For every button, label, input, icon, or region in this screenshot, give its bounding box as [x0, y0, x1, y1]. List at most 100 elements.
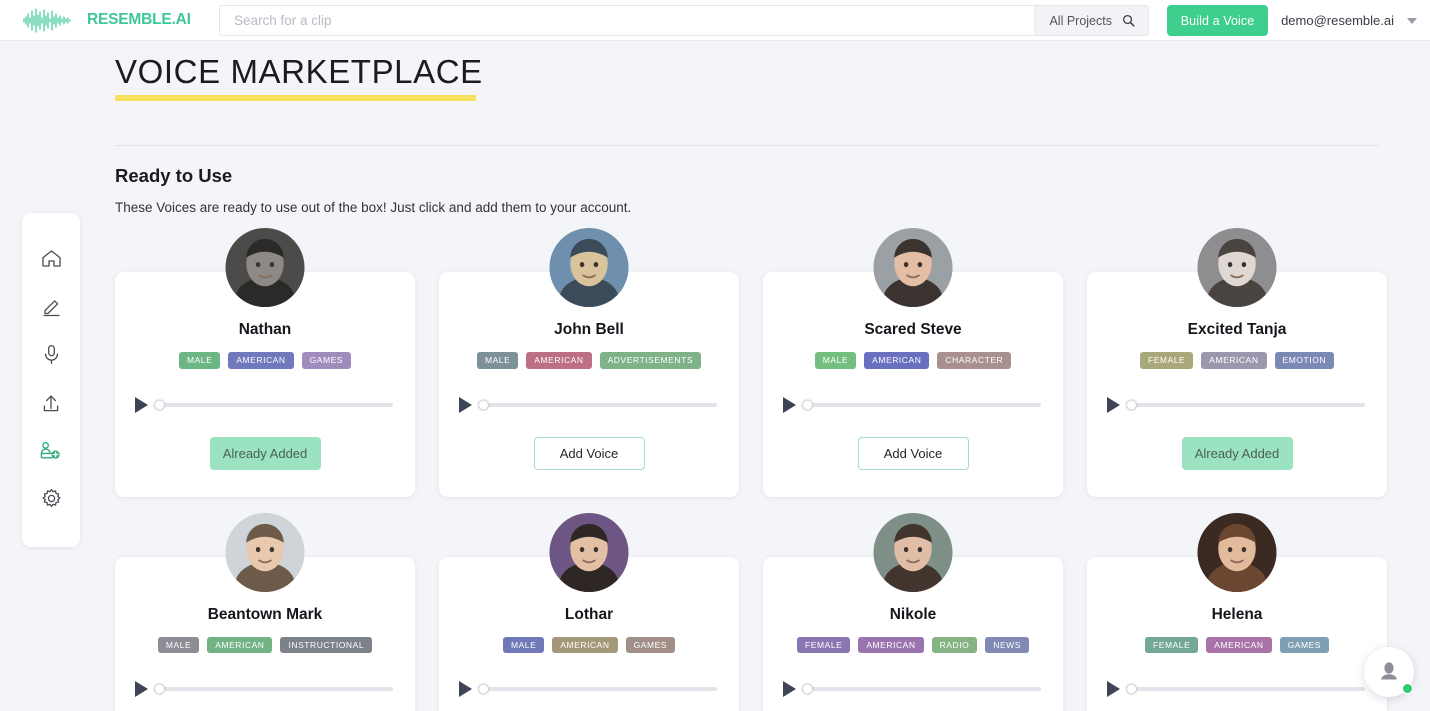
voice-tag: AMERICAN: [858, 637, 923, 654]
page-body: VOICE MARKETPLACE Ready to Use These Voi…: [0, 41, 1430, 711]
progress-thumb[interactable]: [154, 399, 165, 410]
progress-track[interactable]: [1128, 403, 1365, 407]
voice-card: NathanMALEAMERICANGAMESAlready Added: [115, 272, 415, 497]
play-button-icon[interactable]: [1107, 681, 1120, 697]
voice-card: Excited TanjaFEMALEAMERICANEMOTIONAlread…: [1087, 272, 1387, 497]
voice-card-grid: NathanMALEAMERICANGAMESAlready AddedJohn…: [115, 272, 1387, 711]
voice-tag: FEMALE: [1145, 637, 1198, 654]
progress-track[interactable]: [480, 687, 717, 691]
audio-player: [1105, 397, 1369, 413]
already-added-button[interactable]: Already Added: [210, 437, 321, 470]
play-button-icon[interactable]: [1107, 397, 1120, 413]
avatar: [874, 228, 953, 307]
progress-track[interactable]: [804, 687, 1041, 691]
voice-name: John Bell: [554, 321, 624, 339]
voice-tag: AMERICAN: [552, 637, 617, 654]
progress-track[interactable]: [1128, 687, 1365, 691]
brand-logo[interactable]: RESEMBLE.AI: [22, 7, 212, 33]
left-sidebar: [22, 213, 80, 547]
add-voice-button[interactable]: Add Voice: [858, 437, 969, 470]
voice-tag: INSTRUCTIONAL: [280, 637, 372, 654]
voice-name: Helena: [1212, 606, 1263, 624]
sidebar-item-upload[interactable]: [35, 391, 67, 414]
voice-tag: AMERICAN: [526, 352, 591, 369]
voice-tags: FEMALEAMERICANGAMES: [1145, 637, 1329, 654]
support-widget-button[interactable]: [1364, 647, 1414, 697]
avatar: [226, 228, 305, 307]
sidebar-item-home[interactable]: [35, 247, 67, 270]
project-selector[interactable]: All Projects: [1034, 6, 1148, 35]
add-voice-button[interactable]: Add Voice: [534, 437, 645, 470]
voice-tags: FEMALEAMERICANRADIONEWS: [797, 637, 1029, 654]
play-button-icon[interactable]: [783, 397, 796, 413]
voice-tag: FEMALE: [1140, 352, 1193, 369]
voice-tag: MALE: [503, 637, 544, 654]
progress-track[interactable]: [156, 687, 393, 691]
sidebar-item-record[interactable]: [35, 343, 67, 366]
play-button-icon[interactable]: [783, 681, 796, 697]
progress-thumb[interactable]: [802, 399, 813, 410]
voice-card: John Bell MALE AMERICAN ADVERTISEMENTS Add V…: [439, 272, 739, 497]
voice-name: Scared Steve: [864, 321, 961, 339]
brand-name: RESEMBLE.AI: [87, 11, 191, 29]
audio-player: [133, 397, 397, 413]
progress-thumb[interactable]: [478, 684, 489, 695]
play-button-icon[interactable]: [459, 681, 472, 697]
user-email: demo@resemble.ai: [1281, 13, 1394, 28]
voice-tags: MALE AMERICAN GAMES: [503, 637, 675, 654]
gear-icon: [41, 488, 62, 509]
voice-tags: MALE AMERICAN ADVERTISEMENTS: [477, 352, 701, 369]
voice-name: Beantown Mark: [208, 606, 323, 624]
voice-tag: MALE: [477, 352, 518, 369]
play-button-icon[interactable]: [135, 397, 148, 413]
sidebar-item-edit[interactable]: [35, 295, 67, 318]
voice-tags: MALEAMERICANCHARACTER: [815, 352, 1011, 369]
top-header: RESEMBLE.AI All Projects Build a Voice d…: [0, 0, 1430, 41]
avatar: [1198, 228, 1277, 307]
voice-tag: ADVERTISEMENTS: [600, 352, 701, 369]
project-selector-label: All Projects: [1049, 14, 1112, 28]
progress-track[interactable]: [480, 403, 717, 407]
already-added-button[interactable]: Already Added: [1182, 437, 1293, 470]
user-menu[interactable]: demo@resemble.ai: [1281, 0, 1417, 41]
audio-player: [781, 681, 1045, 697]
avatar: [874, 513, 953, 592]
build-a-voice-button[interactable]: Build a Voice: [1167, 5, 1268, 36]
voice-tag: AMERICAN: [1206, 637, 1271, 654]
chevron-down-icon[interactable]: [1407, 18, 1417, 24]
search-icon[interactable]: [1122, 14, 1135, 27]
audio-player: [781, 397, 1045, 413]
upload-icon: [41, 392, 61, 413]
voice-tag: AMERICAN: [207, 637, 272, 654]
person-icon: [1376, 659, 1402, 685]
avatar: [550, 513, 629, 592]
title-underline: [115, 95, 476, 101]
audio-player: [457, 397, 721, 413]
avatar: [226, 513, 305, 592]
section-title: Ready to Use: [115, 165, 1430, 187]
voice-card: LotharMALEAMERICANGAMESAdd Voice: [439, 557, 739, 711]
voice-tag: MALE: [179, 352, 220, 369]
progress-thumb[interactable]: [478, 399, 489, 410]
voice-tags: MALEAMERICANGAMES: [179, 352, 351, 369]
progress-track[interactable]: [156, 403, 393, 407]
section-divider: [115, 145, 1380, 146]
voice-tag: AMERICAN: [864, 352, 929, 369]
play-button-icon[interactable]: [135, 681, 148, 697]
add-person-icon: [40, 441, 62, 460]
voice-tag: GAMES: [626, 637, 675, 654]
progress-thumb[interactable]: [154, 684, 165, 695]
progress-thumb[interactable]: [1126, 399, 1137, 410]
play-button-icon[interactable]: [459, 397, 472, 413]
section-subtitle: These Voices are ready to use out of the…: [115, 200, 1430, 215]
voice-tag: NEWS: [985, 637, 1029, 654]
voice-tag: EMOTION: [1275, 352, 1335, 369]
voice-tag: GAMES: [302, 352, 351, 369]
progress-track[interactable]: [804, 403, 1041, 407]
sidebar-item-marketplace[interactable]: [35, 439, 67, 462]
progress-thumb[interactable]: [802, 684, 813, 695]
voice-name: Excited Tanja: [1188, 321, 1287, 339]
progress-thumb[interactable]: [1126, 684, 1137, 695]
sidebar-item-settings[interactable]: [35, 487, 67, 510]
search-input[interactable]: [220, 6, 1034, 35]
